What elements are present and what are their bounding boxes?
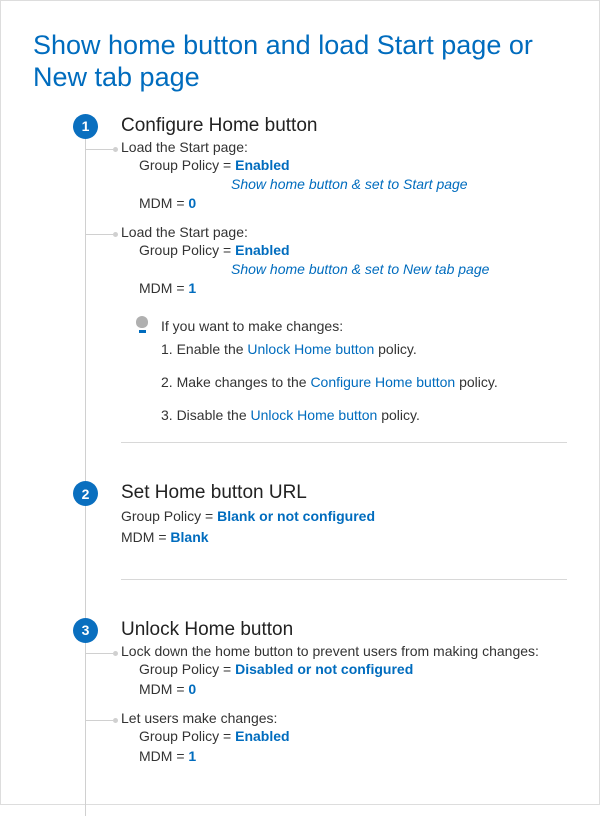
tip-block: If you want to make changes: 1. Enable t…: [121, 308, 567, 426]
option-block: Let users make changes: Group Policy = E…: [121, 710, 567, 767]
gp-row: Group Policy = Enabled: [139, 726, 567, 746]
option-label: Lock down the home button to prevent use…: [121, 643, 567, 659]
connector-line: [85, 653, 113, 654]
gp-row: Group Policy = Enabled: [139, 240, 567, 260]
option-label: Load the Start page:: [121, 139, 567, 155]
step-2: 2 Set Home button URL Group Policy = Bla…: [73, 481, 567, 618]
tip-list: 1. Enable the Unlock Home button policy.…: [161, 339, 567, 426]
connector-line: [85, 720, 113, 721]
lightbulb-icon: [135, 316, 149, 333]
tip-intro: If you want to make changes:: [161, 316, 567, 337]
gp-row: Group Policy = Blank or not configured: [121, 506, 567, 526]
mdm-row: MDM = 0: [139, 193, 567, 213]
connector-line: [85, 149, 113, 150]
steps-container: 1 Configure Home button Load the Start p…: [73, 114, 567, 786]
step-title: Configure Home button: [121, 114, 567, 137]
step-badge: 2: [73, 481, 98, 506]
divider: [121, 442, 567, 443]
timeline-line: [85, 505, 86, 618]
option-label: Load the Start page:: [121, 224, 567, 240]
option-subtext: Show home button & set to Start page: [231, 175, 567, 193]
link-unlock-home[interactable]: Unlock Home button: [251, 407, 378, 423]
mdm-row: MDM = 1: [139, 746, 567, 766]
option-label: Let users make changes:: [121, 710, 567, 726]
timeline-line: [85, 138, 86, 482]
gp-row: Group Policy = Enabled: [139, 155, 567, 175]
option-block: Load the Start page: Group Policy = Enab…: [121, 224, 567, 309]
step-badge: 1: [73, 114, 98, 139]
option-block: Lock down the home button to prevent use…: [121, 643, 567, 710]
link-unlock-home[interactable]: Unlock Home button: [247, 341, 374, 357]
step-badge: 3: [73, 618, 98, 643]
connector-line: [85, 234, 113, 235]
tip-item: 1. Enable the Unlock Home button policy.: [161, 339, 567, 360]
step-title: Set Home button URL: [121, 481, 567, 504]
link-configure-home[interactable]: Configure Home button: [310, 374, 455, 390]
tip-item: 3. Disable the Unlock Home button policy…: [161, 405, 567, 426]
option-block: Load the Start page: Group Policy = Enab…: [121, 139, 567, 224]
mdm-row: MDM = 1: [139, 278, 567, 298]
option-subtext: Show home button & set to New tab page: [231, 260, 567, 278]
page-title: Show home button and load Start page or …: [33, 29, 567, 94]
mdm-row: MDM = Blank: [121, 527, 567, 547]
step-3: 3 Unlock Home button Lock down the home …: [73, 618, 567, 786]
tip-item: 2. Make changes to the Configure Home bu…: [161, 372, 567, 393]
divider: [121, 579, 567, 580]
step-1: 1 Configure Home button Load the Start p…: [73, 114, 567, 482]
timeline-line: [85, 642, 86, 816]
gp-row: Group Policy = Disabled or not configure…: [139, 659, 567, 679]
mdm-row: MDM = 0: [139, 679, 567, 699]
step-title: Unlock Home button: [121, 618, 567, 641]
